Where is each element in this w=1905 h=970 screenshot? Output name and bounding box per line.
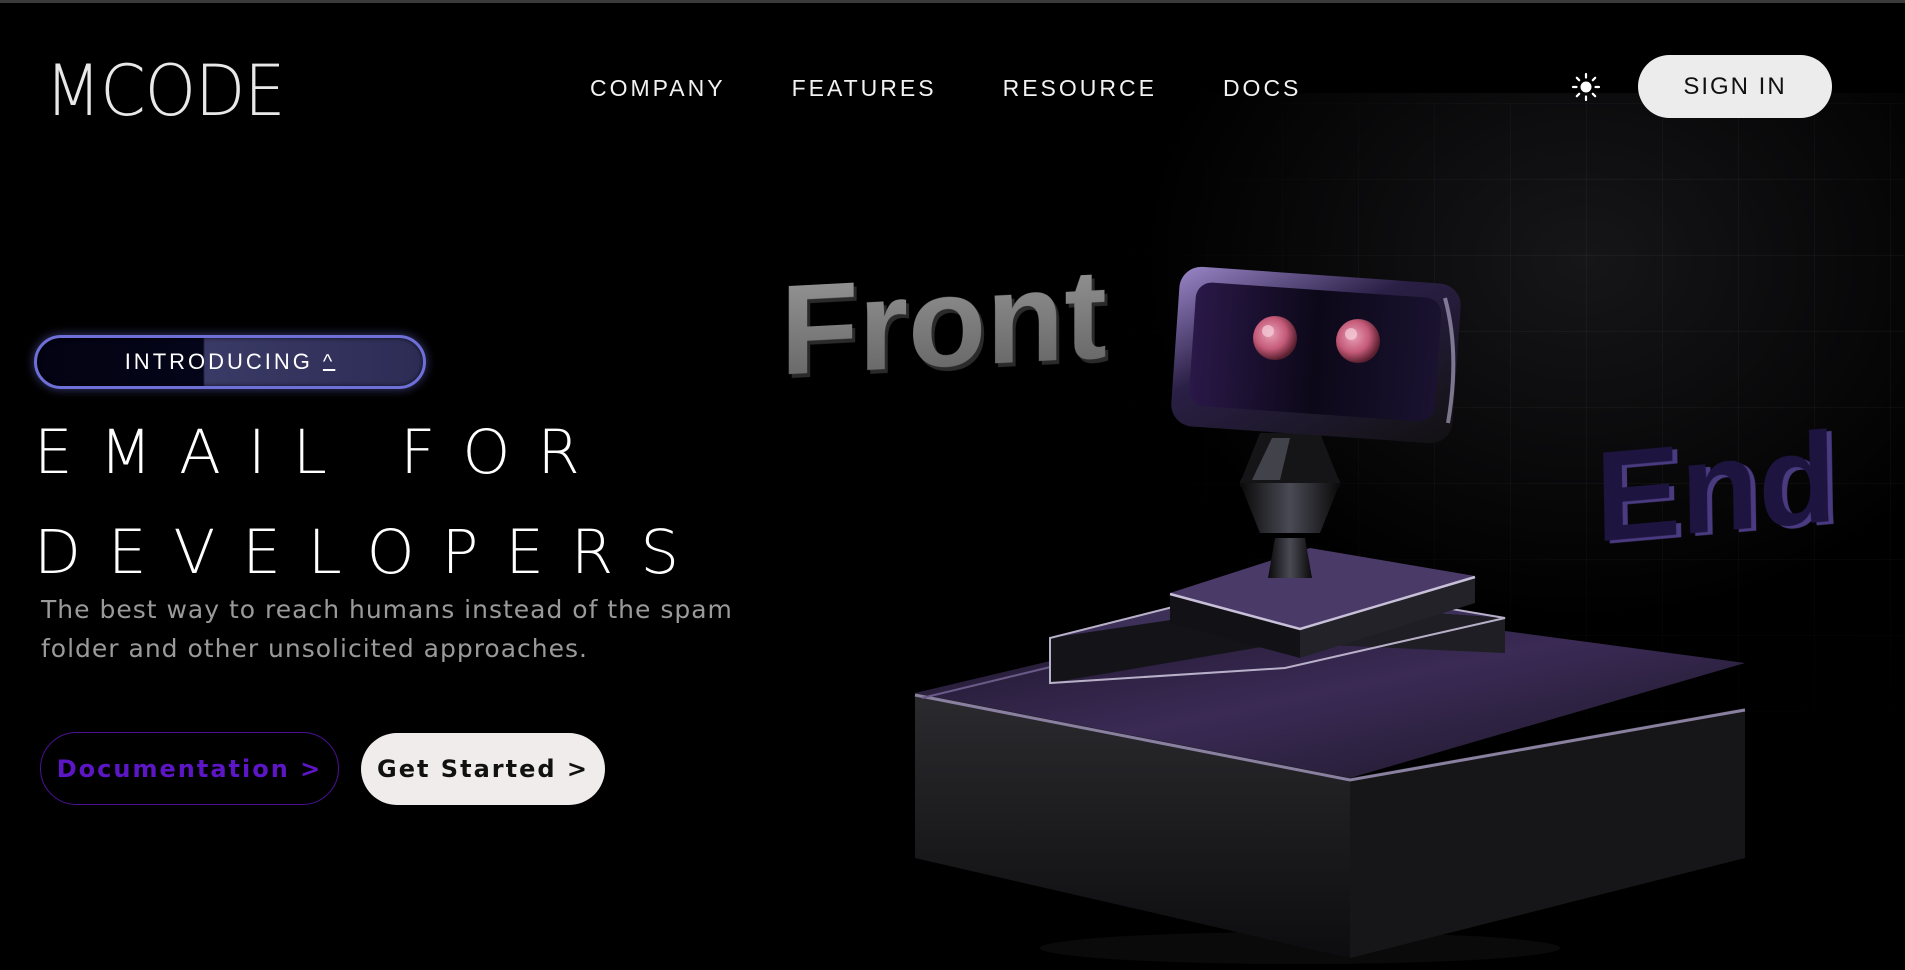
hero-headline: EMAIL FOR DEVELOPERS	[34, 403, 706, 603]
sign-in-button[interactable]: SIGN IN	[1638, 55, 1832, 118]
documentation-button[interactable]: Documentation >	[40, 732, 339, 805]
nav-item-resource[interactable]: RESOURCE	[1003, 73, 1157, 103]
introducing-badge[interactable]: INTRODUCING ^	[34, 335, 426, 389]
nav-item-docs[interactable]: DOCS	[1223, 73, 1301, 103]
sun-icon[interactable]	[1569, 70, 1603, 104]
nav-item-features[interactable]: FEATURES	[792, 73, 937, 103]
hero-subtext: The best way to reach humans instead of …	[41, 595, 733, 663]
badge-label: INTRODUCING	[124, 349, 313, 374]
landing-page: MCODE COMPANY FEATURES RESOURCE DOCS SIG…	[0, 0, 1905, 970]
nav-item-company[interactable]: COMPANY	[590, 73, 726, 103]
headline-line-1: EMAIL FOR	[34, 417, 607, 488]
robot-illustration	[914, 266, 1746, 964]
main-nav: COMPANY FEATURES RESOURCE DOCS	[590, 73, 1367, 103]
caret-up-icon: ^	[322, 350, 336, 373]
get-started-button[interactable]: Get Started >	[361, 733, 605, 805]
headline-line-2: DEVELOPERS	[34, 517, 707, 588]
brand-logo[interactable]: MCODE	[45, 51, 285, 131]
